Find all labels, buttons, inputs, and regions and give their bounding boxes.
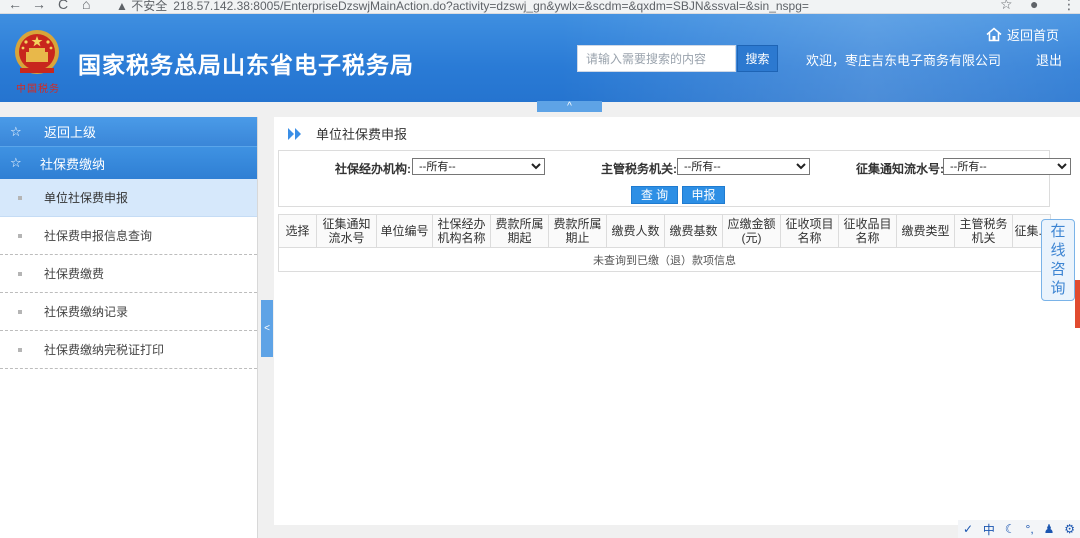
- tax-org-select[interactable]: --所有--: [677, 158, 810, 175]
- sidebar-group-header[interactable]: ☆ 社保费缴纳: [0, 147, 257, 179]
- sidebar-item-declaration-query[interactable]: 社保费申报信息查询: [0, 217, 257, 255]
- collapse-sidebar-button[interactable]: <: [261, 300, 273, 357]
- table-row: 未查询到已缴（退）款项信息: [278, 247, 1051, 272]
- declaration-table: 选择 征集通知流水号 单位编号 社保经办机构名称 费款所属期起 费款所属期止 缴…: [278, 214, 1051, 272]
- online-consult-button[interactable]: 在线咨询: [1041, 219, 1075, 301]
- bullet-icon: [18, 195, 22, 200]
- sidebar-item-label: 单位社保费申报: [44, 191, 129, 205]
- column-header: 选择: [278, 214, 317, 248]
- page-title: 单位社保费申报: [316, 127, 408, 142]
- bullet-icon: [18, 347, 22, 352]
- column-header: 社保经办机构名称: [432, 214, 491, 248]
- column-header: 应缴金额(元): [722, 214, 781, 248]
- gear-icon[interactable]: ⚙: [1064, 522, 1075, 536]
- online-consult-label: 在线咨询: [1050, 223, 1066, 297]
- browser-toolbar: ← → C ⌂ ▲ 不安全 218.57.142.38:8005/Enterpri…: [0, 0, 1080, 14]
- sidebar-back-label: 返回上级: [44, 125, 97, 140]
- browser-menu-icon[interactable]: ⋮: [1062, 0, 1076, 13]
- sidebar-item-label: 社保费缴纳完税证打印: [44, 343, 165, 357]
- url-text: 218.57.142.38:8005/EnterpriseDzswjMainAc…: [173, 0, 809, 13]
- bullet-icon: [18, 271, 22, 276]
- notice-number-label: 征集通知流水号:: [856, 162, 944, 176]
- sidebar-group-label: 社保费缴纳: [40, 156, 106, 172]
- column-header: 缴费基数: [664, 214, 723, 248]
- column-header: 费款所属期止: [548, 214, 607, 248]
- moon-icon[interactable]: ☾: [1005, 522, 1016, 536]
- star-icon: ☆: [10, 155, 22, 170]
- reload-icon[interactable]: C: [58, 0, 68, 12]
- checkbox-icon[interactable]: ✓: [963, 522, 973, 536]
- star-icon: ☆: [10, 123, 22, 139]
- site-header: 中国税务 国家税务总局山东省电子税务局 搜索 欢迎，枣庄吉东电子商务有限公司 退…: [0, 14, 1080, 102]
- query-button[interactable]: 查 询: [631, 186, 678, 204]
- address-bar[interactable]: ▲ 不安全 218.57.142.38:8005/EnterpriseDzswjM…: [116, 0, 809, 13]
- agency-label: 社保经办机构:: [335, 162, 411, 176]
- tax-org-label: 主管税务机关:: [601, 162, 677, 176]
- welcome-text: 欢迎，枣庄吉东电子商务有限公司: [806, 53, 1002, 68]
- security-warning: ▲ 不安全: [116, 0, 168, 13]
- sidebar-item-label: 社保费缴纳记录: [44, 305, 129, 319]
- sidebar-item-payment[interactable]: 社保费缴费: [0, 255, 257, 293]
- sidebar-item-label: 社保费缴费: [44, 267, 105, 281]
- profile-icon[interactable]: ●: [1030, 0, 1038, 12]
- bullet-icon: [18, 309, 22, 314]
- collapse-header-button[interactable]: ^: [537, 101, 602, 112]
- table-header-row: 选择 征集通知流水号 单位编号 社保经办机构名称 费款所属期起 费款所属期止 缴…: [278, 214, 1051, 248]
- forward-arrow-icon[interactable]: →: [32, 0, 46, 12]
- agency-select[interactable]: --所有--: [412, 158, 545, 175]
- house-icon: [986, 27, 1002, 42]
- logout-link[interactable]: 退出: [1036, 50, 1062, 69]
- column-header: 缴费类型: [896, 214, 955, 248]
- column-header: 单位编号: [376, 214, 433, 248]
- home-icon[interactable]: ⌂: [82, 0, 90, 12]
- column-header: 主管税务机关: [954, 214, 1013, 248]
- search-input[interactable]: [577, 45, 736, 72]
- sidebar-item-payment-records[interactable]: 社保费缴纳记录: [0, 293, 257, 331]
- user-icon[interactable]: ♟: [1044, 522, 1055, 536]
- column-header: 征集通知流水号: [316, 214, 377, 248]
- column-header: 费款所属期起: [490, 214, 549, 248]
- sidebar-back-button[interactable]: ☆ 返回上级: [0, 117, 257, 147]
- main-content: 单位社保费申报 社保经办机构: --所有-- 主管税务机关: --所有-- 征集…: [274, 117, 1080, 525]
- back-arrow-icon[interactable]: ←: [8, 0, 22, 12]
- search-button[interactable]: 搜索: [737, 45, 778, 72]
- chinese-mode-icon[interactable]: 中: [983, 521, 995, 538]
- sidebar-item-label: 社保费申报信息查询: [44, 229, 153, 243]
- punctuation-icon[interactable]: °,: [1026, 522, 1034, 536]
- column-header: 征收品目名称: [838, 214, 897, 248]
- filter-panel: 社保经办机构: --所有-- 主管税务机关: --所有-- 征集通知流水号: -…: [278, 150, 1071, 207]
- bullet-icon: [18, 233, 22, 238]
- double-arrow-icon: [288, 127, 301, 140]
- notice-number-select[interactable]: --所有--: [943, 158, 1071, 175]
- consult-mascot-edge: [1075, 280, 1080, 328]
- emblem-caption: 中国税务: [16, 84, 60, 95]
- sidebar-item-unit-declaration[interactable]: 单位社保费申报: [0, 179, 257, 217]
- ime-toolbar: ✓ 中 ☾ °, ♟ ⚙: [958, 520, 1080, 538]
- national-emblem-icon: [15, 30, 59, 74]
- site-title: 国家税务总局山东省电子税务局: [78, 52, 414, 78]
- return-home-label: 返回首页: [1007, 28, 1060, 43]
- breadcrumb: 单位社保费申报: [288, 124, 407, 143]
- empty-message: 未查询到已缴（退）款项信息: [278, 247, 1051, 272]
- declare-button[interactable]: 申报: [682, 186, 725, 204]
- sidebar-item-tax-certificate-print[interactable]: 社保费缴纳完税证打印: [0, 331, 257, 369]
- return-home-link[interactable]: 返回首页: [986, 25, 1059, 44]
- column-header: 缴费人数: [606, 214, 665, 248]
- column-header: 征收项目名称: [780, 214, 839, 248]
- sidebar: ☆ 返回上级 ☆ 社保费缴纳 单位社保费申报 社保费申报信息查询 社保费缴费 社…: [0, 117, 258, 538]
- bookmark-star-icon[interactable]: ☆: [1000, 0, 1013, 13]
